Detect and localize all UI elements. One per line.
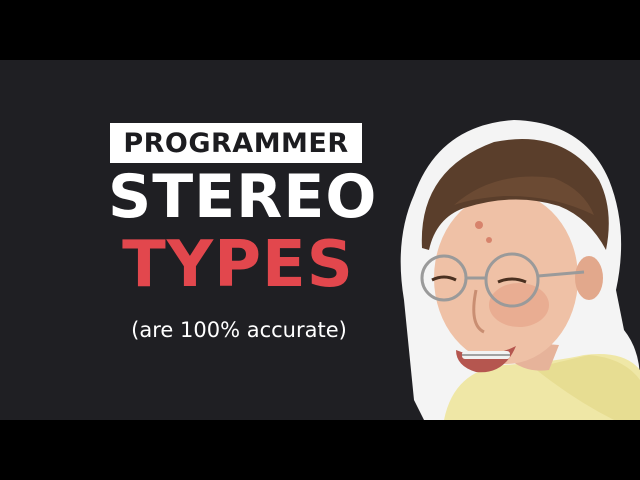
title-word-stereo: STEREO: [108, 162, 378, 232]
programmer-label: PROGRAMMER: [123, 127, 349, 159]
letterbox-bottom: [0, 420, 640, 480]
video-thumbnail[interactable]: PROGRAMMER STEREO TYPES (are 100% accura…: [0, 60, 640, 420]
person-photo: [400, 120, 640, 420]
subtitle: (are 100% accurate): [131, 318, 347, 342]
title-word-types: TYPES: [122, 228, 354, 302]
letterbox-top: [0, 0, 640, 60]
programmer-label-box: PROGRAMMER: [110, 123, 362, 163]
